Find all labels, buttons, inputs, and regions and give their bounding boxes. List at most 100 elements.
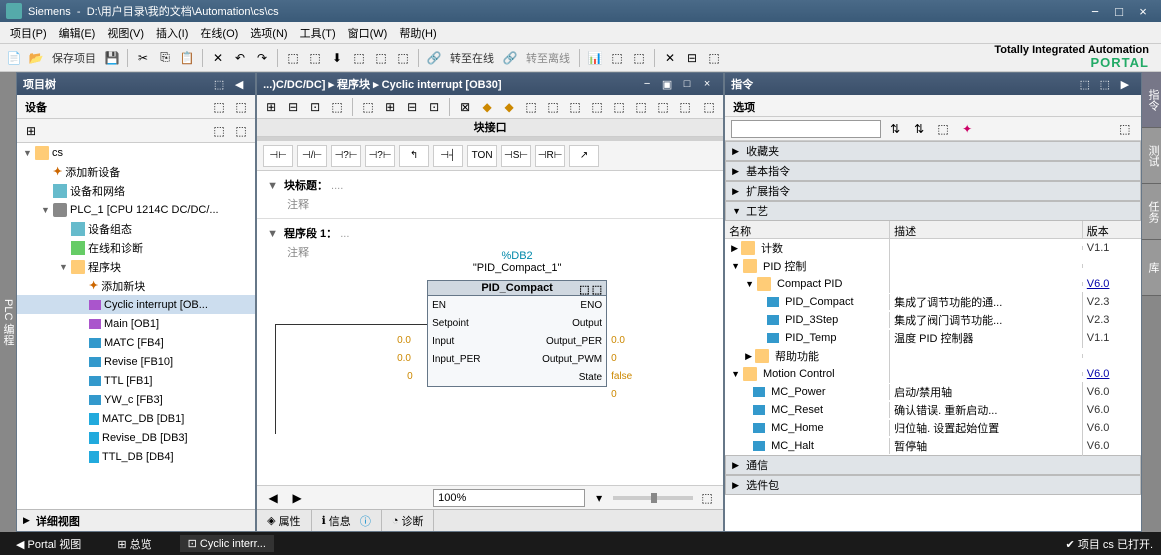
program-blocks[interactable]: ▼程序块 [17, 257, 255, 276]
editor-tool-icon[interactable]: ◆ [477, 97, 497, 117]
toolbar-icon[interactable]: ⬚ [371, 48, 391, 68]
acc-extended[interactable]: ▶扩展指令 [725, 181, 1141, 201]
open-project-icon[interactable]: 📂 [26, 48, 46, 68]
editor-tool-icon[interactable]: ⬚ [543, 97, 563, 117]
left-side-tab[interactable]: PLC 编程 [0, 72, 16, 532]
restore-icon[interactable]: ▣ [657, 78, 677, 91]
fb-menu-icon[interactable]: ⬚ [579, 283, 589, 296]
editor-tool-icon[interactable]: ⬚ [609, 97, 629, 117]
search-tool-icon[interactable]: ✦ [957, 119, 977, 139]
network-section[interactable]: ▼程序段 1： ... 注释 %DB2 "PID_Compact_1" PID_… [257, 219, 723, 466]
maximize-button[interactable]: □ [1107, 4, 1131, 19]
panel-icon[interactable]: ⬚ [1095, 78, 1115, 91]
tree-tool-icon[interactable]: ⊞ [21, 121, 41, 141]
pin-value[interactable]: 0.0 [397, 353, 411, 364]
editor-tool-icon[interactable]: ⊞ [261, 97, 281, 117]
instr-pid-folder[interactable]: ▼PID 控制 [725, 257, 1141, 275]
pin-value[interactable]: 0 [611, 389, 617, 400]
menu-edit[interactable]: 编辑(E) [53, 23, 102, 43]
acc-favorites[interactable]: ▶收藏夹 [725, 141, 1141, 161]
fb-pin-outputper[interactable]: Output_PER [517, 332, 606, 350]
online-diag[interactable]: 在线和诊断 [17, 238, 255, 257]
editor-tool-icon[interactable]: ⊟ [402, 97, 422, 117]
palette-coil[interactable]: ⊣┤ [433, 145, 463, 167]
toolbar-icon[interactable]: ⬚ [393, 48, 413, 68]
tab-properties[interactable]: ◈属性 [257, 510, 311, 531]
block-comment[interactable]: 注释 [287, 196, 713, 212]
tree-root[interactable]: ▼cs [17, 143, 255, 162]
menu-view[interactable]: 视图(V) [101, 23, 150, 43]
go-online-label[interactable]: 转至在线 [446, 50, 498, 66]
side-tab-tasks[interactable]: 任务 [1142, 184, 1161, 240]
side-tab-libraries[interactable]: 库 [1142, 240, 1161, 296]
editor-tool-icon[interactable]: ⊡ [305, 97, 325, 117]
menu-help[interactable]: 帮助(H) [393, 23, 442, 43]
palette-branch[interactable]: ↰ [399, 145, 429, 167]
pin-value[interactable]: 0 [407, 371, 413, 382]
paste-icon[interactable]: 📋 [177, 48, 197, 68]
current-editor-button[interactable]: ⊡ Cyclic interr... [180, 535, 274, 552]
fb-pin-state[interactable]: State [517, 368, 606, 386]
view-icon[interactable]: ⬚ [697, 488, 717, 508]
instr-mc-halt[interactable]: MC_Halt 暂停轴V6.0 [725, 437, 1141, 455]
palette-set[interactable]: ⊣S⊢ [501, 145, 531, 167]
new-project-icon[interactable]: 📄 [4, 48, 24, 68]
close-button[interactable]: × [1131, 4, 1155, 19]
zoom-slider[interactable] [613, 496, 693, 500]
fb-pin-eno[interactable]: ENO [517, 296, 606, 314]
fb-pin-inputper[interactable]: Input_PER [428, 350, 517, 368]
instr-counting[interactable]: ▶计数 V1.1 [725, 239, 1141, 257]
editor-tool-icon[interactable]: ⬚ [327, 97, 347, 117]
instr-motion[interactable]: ▼Motion Control V6.0 [725, 365, 1141, 383]
toolbar-icon[interactable]: ⬚ [283, 48, 303, 68]
instr-mc-home[interactable]: MC_Home 归位轴. 设置起始位置V6.0 [725, 419, 1141, 437]
block-ttl[interactable]: TTL [FB1] [17, 371, 255, 390]
search-tool-icon[interactable]: ⇅ [909, 119, 929, 139]
fb-pin-input[interactable]: Input [428, 332, 517, 350]
pin-value[interactable]: 0 [611, 353, 617, 364]
minimize-button[interactable]: − [1083, 4, 1107, 19]
acc-technology[interactable]: ▼工艺 [725, 201, 1141, 221]
project-tree[interactable]: ▼cs ✦ 添加新设备 设备和网络 ▼PLC_1 [CPU 1214C DC/D… [17, 143, 255, 509]
overview-button[interactable]: ⊞ 总览 [109, 534, 159, 554]
instr-compact-pid[interactable]: ▼Compact PID V6.0 [725, 275, 1141, 293]
toolbar-icon[interactable]: ⊟ [682, 48, 702, 68]
devices-networks[interactable]: 设备和网络 [17, 181, 255, 200]
undo-icon[interactable]: ↶ [230, 48, 250, 68]
search-tool-icon[interactable]: ⬚ [933, 119, 953, 139]
block-ywc[interactable]: YW_c [FB3] [17, 390, 255, 409]
maximize-icon[interactable]: □ [677, 78, 697, 90]
menu-window[interactable]: 窗口(W) [342, 23, 394, 43]
nav-prev-icon[interactable]: ◀ [263, 488, 283, 508]
download-icon[interactable]: ⬇ [327, 48, 347, 68]
breadcrumb[interactable]: ...)C/DC/DC] ▸ 程序块 ▸ Cyclic interrupt [O… [263, 76, 637, 92]
block-matc[interactable]: MATC [FB4] [17, 333, 255, 352]
plc-node[interactable]: ▼PLC_1 [CPU 1214C DC/DC/... [17, 200, 255, 219]
editor-tool-icon[interactable]: ◆ [499, 97, 519, 117]
panel-expand-icon[interactable]: ▶ [1115, 78, 1135, 91]
tab-info[interactable]: ℹ信息 ⓘ [312, 510, 382, 531]
nav-next-icon[interactable]: ▶ [287, 488, 307, 508]
panel-pin-icon[interactable]: ⬚ [209, 78, 229, 91]
instr-pid-compact[interactable]: PID_Compact 集成了调节功能的通...V2.3 [725, 293, 1141, 311]
go-offline-icon[interactable]: 🔗 [500, 48, 520, 68]
instr-pid-temp[interactable]: PID_Temp 温度 PID 控制器V1.1 [725, 329, 1141, 347]
add-device[interactable]: ✦ 添加新设备 [17, 162, 255, 181]
fb-pin-setpoint[interactable]: Setpoint [428, 314, 517, 332]
toolbar-icon[interactable]: ⬚ [305, 48, 325, 68]
block-ttldb[interactable]: TTL_DB [DB4] [17, 447, 255, 466]
zoom-input[interactable] [433, 489, 585, 507]
toolbar-icon[interactable]: ⬚ [629, 48, 649, 68]
add-block[interactable]: ✦ 添加新块 [17, 276, 255, 295]
palette-jump[interactable]: ↗ [569, 145, 599, 167]
toolbar-icon[interactable]: ⬚ [607, 48, 627, 68]
editor-tool-icon[interactable]: ⊞ [380, 97, 400, 117]
instr-pid-3step[interactable]: PID_3Step 集成了阀门调节功能...V2.3 [725, 311, 1141, 329]
block-revise[interactable]: Revise [FB10] [17, 352, 255, 371]
panel-collapse-icon[interactable]: ◀ [229, 78, 249, 91]
palette-item[interactable]: ⊣?⊢ [331, 145, 361, 167]
editor-tool-icon[interactable]: ⬚ [675, 97, 695, 117]
minimize-icon[interactable]: − [637, 78, 657, 90]
ladder-network[interactable]: %DB2 "PID_Compact_1" PID_Compact ⬚⬚ EN S… [267, 260, 713, 460]
detail-view-header[interactable]: ▶ 详细视图 [17, 509, 255, 531]
